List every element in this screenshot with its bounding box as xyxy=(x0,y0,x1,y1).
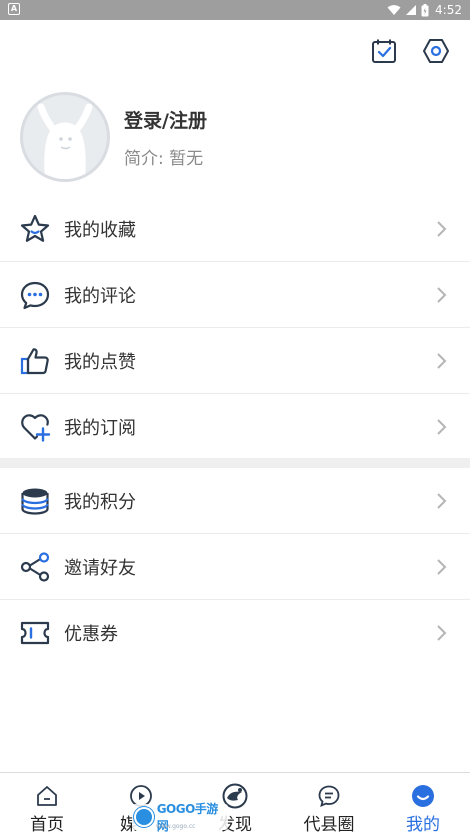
menu-item-points[interactable]: 我的积分 xyxy=(0,468,470,534)
chevron-right-icon xyxy=(437,353,447,369)
star-icon xyxy=(18,212,52,246)
menu-label: 我的评论 xyxy=(64,285,136,307)
menu-group-1: 我的收藏 我的评论 我的点赞 我的订阅 xyxy=(0,196,470,460)
calendar-check-icon[interactable] xyxy=(369,36,399,66)
top-toolbar xyxy=(0,28,470,72)
menu-label: 优惠券 xyxy=(64,624,118,645)
tab-label: 代县圈 xyxy=(303,815,355,835)
tab-mine[interactable]: 我的 xyxy=(376,773,470,838)
default-avatar-ghost-icon xyxy=(37,103,93,179)
watermark-sub: www.gogo.cc xyxy=(156,823,196,830)
bio-text: 简介: 暂无 xyxy=(124,149,204,169)
chevron-right-icon xyxy=(437,493,447,509)
user-icon xyxy=(410,783,436,809)
thumbs-up-icon xyxy=(18,344,52,378)
share-icon xyxy=(18,550,52,584)
watermark: GOGO手游网 www.gogo.cc xyxy=(132,802,228,833)
home-icon xyxy=(34,783,60,809)
menu-label: 我的订阅 xyxy=(64,418,136,439)
menu-group-2: 我的积分 邀请好友 优惠券 xyxy=(0,468,470,666)
chevron-right-icon xyxy=(437,221,447,237)
menu-item-likes[interactable]: 我的点赞 xyxy=(0,328,470,394)
tab-county-circle[interactable]: 代县圈 xyxy=(282,773,376,838)
section-divider xyxy=(0,458,470,468)
heart-plus-icon xyxy=(18,410,52,444)
tab-label: 我的 xyxy=(406,815,440,835)
menu-item-comments[interactable]: 我的评论 xyxy=(0,262,470,328)
menu-label: 我的收藏 xyxy=(64,219,136,241)
battery-icon xyxy=(421,3,429,16)
avatar[interactable] xyxy=(20,92,110,182)
menu-label: 邀请好友 xyxy=(64,557,136,579)
menu-item-subscriptions[interactable]: 我的订阅 xyxy=(0,394,470,460)
tab-home[interactable]: 首页 xyxy=(0,773,94,838)
coins-icon xyxy=(18,484,52,518)
login-register-link[interactable]: 登录/注册 xyxy=(124,106,207,133)
tab-label: 首页 xyxy=(30,815,64,835)
chevron-right-icon xyxy=(437,287,447,303)
chevron-right-icon xyxy=(437,419,447,435)
coupon-icon xyxy=(18,616,52,650)
chevron-right-icon xyxy=(437,625,447,641)
comment-icon xyxy=(18,278,52,312)
settings-hexagon-icon[interactable] xyxy=(421,36,451,66)
menu-label: 我的点赞 xyxy=(64,351,136,373)
status-time: 4:52 xyxy=(435,3,462,17)
menu-item-invite-friends[interactable]: 邀请好友 xyxy=(0,534,470,600)
chevron-right-icon xyxy=(437,559,447,575)
system-icons: 4:52 xyxy=(387,2,462,18)
chat-icon xyxy=(316,783,342,809)
menu-item-coupons[interactable]: 优惠券 xyxy=(0,600,470,666)
menu-label: 我的积分 xyxy=(64,491,136,513)
wifi-icon xyxy=(387,5,401,15)
signal-icon xyxy=(406,5,417,15)
menu-item-favorites[interactable]: 我的收藏 xyxy=(0,196,470,262)
watermark-logo-icon xyxy=(134,807,154,827)
app-notification-icon: A xyxy=(8,3,20,15)
bottom-tab-bar: 首页 媒 发现 代县圈 我的 xyxy=(0,772,470,838)
profile-section[interactable]: 登录/注册 简介: 暂无 xyxy=(18,90,458,186)
status-bar: A 4:52 xyxy=(0,0,470,20)
